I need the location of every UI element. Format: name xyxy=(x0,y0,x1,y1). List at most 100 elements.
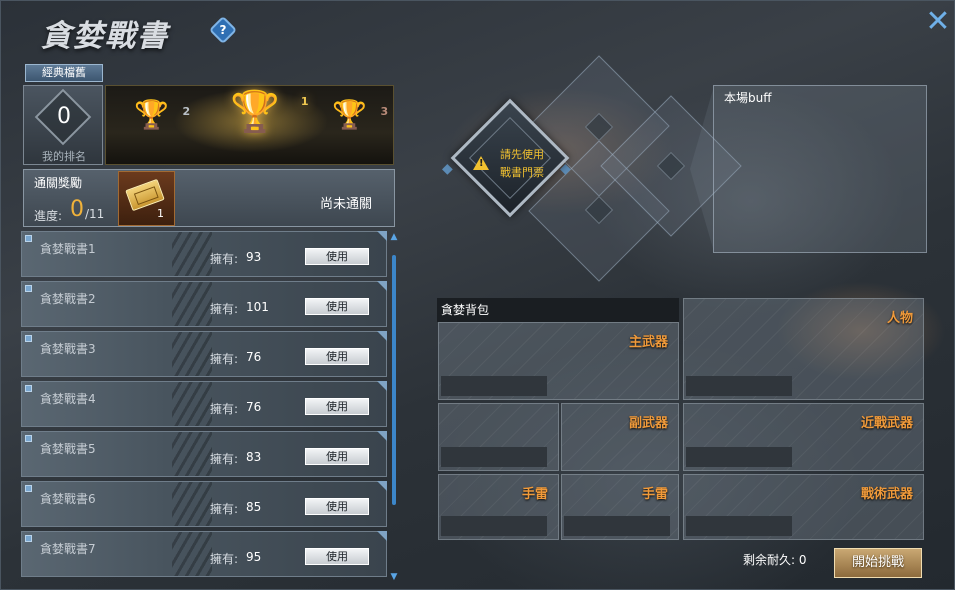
buff-title: 本場buff xyxy=(724,91,772,105)
own-value: 95 xyxy=(246,550,262,564)
scroll-down-icon[interactable]: ▼ xyxy=(390,573,398,582)
slot-label: 副武器 xyxy=(628,416,668,431)
greed-challenge-window: 貪婪戰書 ? ✕ 經典檔舊 0 我的排名 🏆 2 🏆 1 🏆 3 通關獎勵 進度: 0… xyxy=(0,0,955,590)
slot-name-bar xyxy=(441,376,547,396)
use-button[interactable]: 使用 xyxy=(305,248,369,265)
slot-label: 戰術武器 xyxy=(860,487,913,502)
use-button[interactable]: 使用 xyxy=(305,398,369,415)
list-scrollbar[interactable]: ▲ ▼ xyxy=(390,233,398,582)
trophy-rank-1: 1 xyxy=(300,95,309,108)
book-name: 貪婪戰書2 xyxy=(40,292,96,306)
item-corner-icon xyxy=(25,435,32,442)
slot-name-bar xyxy=(441,447,547,467)
durability: 剩余耐久: 0 xyxy=(743,551,807,568)
bronze-trophy-icon: 🏆 3 xyxy=(332,98,388,131)
backpack-title: 貪婪背包 xyxy=(437,298,679,322)
buff-panel: 本場buff xyxy=(713,85,927,253)
reward-title: 通關獎勵 xyxy=(34,176,83,190)
own-label: 擁有: xyxy=(210,552,239,566)
help-icon-glyph: ? xyxy=(219,23,227,37)
grenade-slot-1[interactable]: 手雷 xyxy=(438,474,559,540)
clear-reward-panel: 通關獎勵 進度: 0 /11 1 尚未通關 xyxy=(23,169,395,227)
item-corner-icon xyxy=(25,335,32,342)
slot-label: 手雷 xyxy=(641,487,668,502)
slot-name-bar xyxy=(686,516,792,536)
scroll-thumb[interactable] xyxy=(392,255,396,505)
progress-label: 進度: xyxy=(34,209,63,223)
own-value: 76 xyxy=(246,400,262,414)
character-slot[interactable]: 人物 xyxy=(683,298,924,400)
book-name: 貪婪戰書1 xyxy=(40,242,96,256)
own-label: 擁有: xyxy=(210,252,239,266)
challenge-book-list: 貪婪戰書1 擁有: 93 使用 貪婪戰書2 擁有: 101 使用 貪婪戰書3 擁… xyxy=(21,231,389,586)
progress-total: /11 xyxy=(85,207,105,221)
ticket-slot-hint: 請先使用 戰書門票 xyxy=(500,146,544,182)
slot-label: 人物 xyxy=(886,311,913,326)
use-button[interactable]: 使用 xyxy=(305,448,369,465)
slot-name-bar xyxy=(441,516,547,536)
warning-icon: ! xyxy=(473,156,489,170)
slot-label: 主武器 xyxy=(628,335,668,350)
trophy-bar: 🏆 2 🏆 1 🏆 3 xyxy=(105,85,394,165)
use-button[interactable]: 使用 xyxy=(305,498,369,515)
use-button[interactable]: 使用 xyxy=(305,348,369,365)
own-label: 擁有: xyxy=(210,352,239,366)
scroll-up-icon[interactable]: ▲ xyxy=(390,233,398,242)
help-icon[interactable]: ? xyxy=(208,15,238,45)
own-value: 101 xyxy=(246,300,269,314)
own-value: 83 xyxy=(246,450,262,464)
book-name: 貪婪戰書3 xyxy=(40,342,96,356)
trophy-rank-3: 3 xyxy=(380,105,389,118)
own-value: 76 xyxy=(246,350,262,364)
list-item[interactable]: 貪婪戰書2 擁有: 101 使用 xyxy=(21,281,387,327)
secondary-weapon-slot[interactable]: 副武器 xyxy=(561,403,679,471)
slot-label: 近戰武器 xyxy=(860,416,913,431)
list-item[interactable]: 貪婪戰書4 擁有: 76 使用 xyxy=(21,381,387,427)
own-label: 擁有: xyxy=(210,452,239,466)
durability-label: 剩余耐久: xyxy=(743,553,796,567)
book-name: 貪婪戰書5 xyxy=(40,442,96,456)
own-value: 85 xyxy=(246,500,262,514)
secondary-weapon-slot-left[interactable] xyxy=(438,403,559,471)
item-corner-icon xyxy=(25,485,32,492)
close-icon[interactable]: ✕ xyxy=(923,7,953,37)
item-corner-icon xyxy=(25,235,32,242)
slot-arrow-left-icon: ◆ xyxy=(442,161,453,177)
item-corner-icon xyxy=(25,535,32,542)
own-label: 擁有: xyxy=(210,302,239,316)
start-challenge-button[interactable]: 開始挑戰 xyxy=(834,548,922,578)
ticket-hint-line2: 戰書門票 xyxy=(500,166,544,179)
grenade-slot-2[interactable]: 手雷 xyxy=(561,474,679,540)
slot-name-bar xyxy=(686,376,792,396)
tab-classic[interactable]: 經典檔舊 xyxy=(25,64,103,82)
own-value: 93 xyxy=(246,250,262,264)
list-item[interactable]: 貪婪戰書1 擁有: 93 使用 xyxy=(21,231,387,277)
list-item[interactable]: 貪婪戰書3 擁有: 76 使用 xyxy=(21,331,387,377)
silver-trophy-icon: 🏆 2 xyxy=(134,98,190,131)
reward-item-slot[interactable]: 1 xyxy=(118,171,175,226)
item-corner-icon xyxy=(25,385,32,392)
rank-value: 0 xyxy=(57,104,71,129)
list-item[interactable]: 貪婪戰書7 擁有: 95 使用 xyxy=(21,531,387,577)
primary-weapon-slot[interactable]: 主武器 xyxy=(438,322,679,400)
own-label: 擁有: xyxy=(210,502,239,516)
reward-item-qty: 1 xyxy=(157,207,164,220)
my-rank-box: 0 我的排名 xyxy=(23,85,103,165)
list-item[interactable]: 貪婪戰書5 擁有: 83 使用 xyxy=(21,431,387,477)
item-corner-icon xyxy=(25,285,32,292)
progress-value: 0 xyxy=(70,197,84,222)
book-name: 貪婪戰書4 xyxy=(40,392,96,406)
rank-label: 我的排名 xyxy=(42,150,86,163)
slot-name-bar xyxy=(686,447,792,467)
reward-status: 尚未通關 xyxy=(320,197,373,212)
book-name: 貪婪戰書7 xyxy=(40,542,96,556)
use-button[interactable]: 使用 xyxy=(305,298,369,315)
list-item[interactable]: 貪婪戰書6 擁有: 85 使用 xyxy=(21,481,387,527)
gold-trophy-icon: 🏆 1 xyxy=(230,88,309,135)
use-button[interactable]: 使用 xyxy=(305,548,369,565)
tactical-weapon-slot[interactable]: 戰術武器 xyxy=(683,474,924,540)
slot-name-bar xyxy=(564,516,670,536)
own-label: 擁有: xyxy=(210,402,239,416)
book-name: 貪婪戰書6 xyxy=(40,492,96,506)
melee-weapon-slot[interactable]: 近戰武器 xyxy=(683,403,924,471)
